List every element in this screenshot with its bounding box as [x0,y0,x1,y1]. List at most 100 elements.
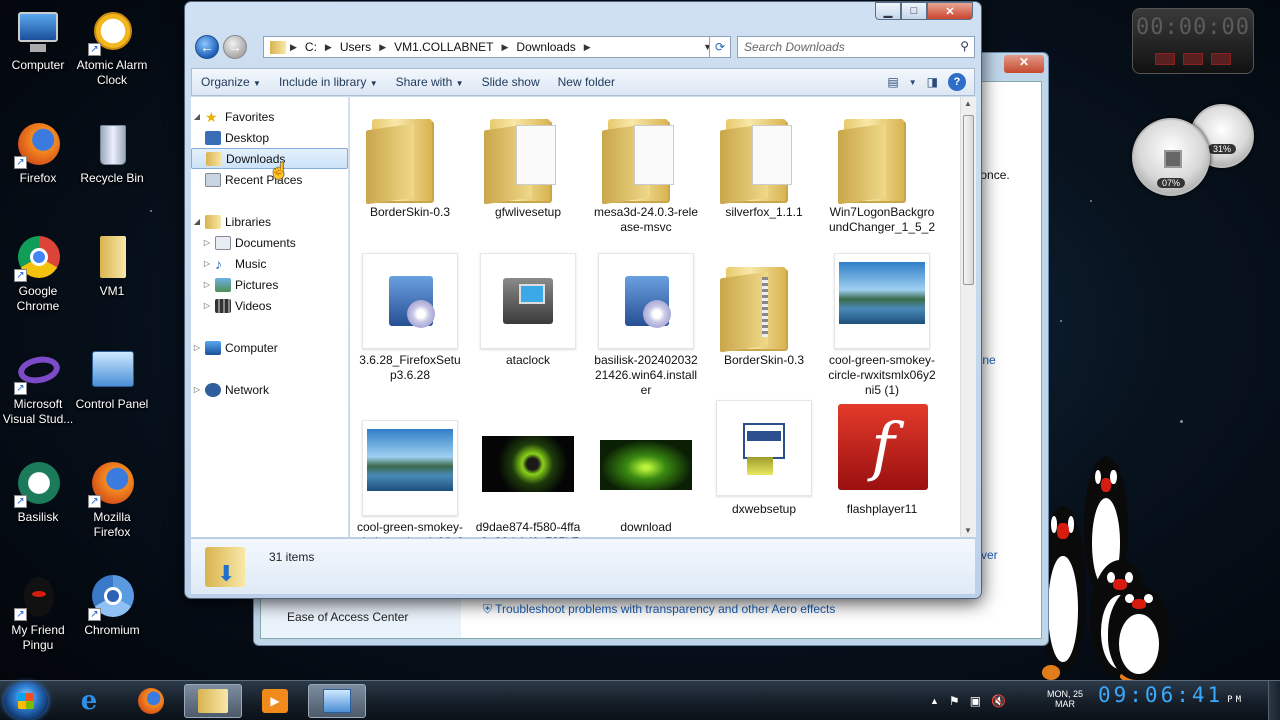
desktop-icon-chromium[interactable]: ↗ Chromium [74,573,150,638]
taskbar-control-panel[interactable] [308,684,366,718]
expand-arrow-icon[interactable]: ▷ [191,343,203,352]
slide-show-button[interactable]: Slide show [473,75,549,89]
scroll-down-icon[interactable]: ▼ [964,526,972,535]
nav-libraries[interactable]: ◢ Libraries [191,211,348,232]
nav-computer[interactable]: ▷ Computer [191,337,348,358]
nav-music[interactable]: ▷ ♪ Music [201,253,358,274]
refresh-button[interactable]: ⟳ [709,36,731,58]
file-list[interactable]: BorderSkin-0.3 gfwlivesetup mesa3d-24.0.… [350,97,960,564]
back-button[interactable]: ← [195,35,219,59]
breadcrumb-vm1[interactable]: VM1.COLLABNET [388,40,499,54]
action-center-flag-icon[interactable]: ⚑ [949,694,960,708]
file-item[interactable]: Win7LogonBackgroundChanger_1_5_2 [828,105,936,235]
nav-desktop[interactable]: Desktop [191,127,348,148]
file-item[interactable]: basilisk-20240203221426.win64.installer [592,253,700,398]
address-bar[interactable]: ▶ C: ▶ Users ▶ VM1.COLLABNET ▶ Downloads… [263,36,717,58]
troubleshoot-aero-link[interactable]: ⛨ Troubleshoot problems with transparenc… [483,602,835,617]
expand-arrow-icon[interactable]: ▷ [191,385,203,394]
desktop-icon-vm1[interactable]: VM1 [74,234,150,299]
taskbar-firefox[interactable] [122,684,180,718]
file-item[interactable]: ataclock [474,253,582,368]
file-item[interactable]: f flashplayer11 [828,400,936,517]
navigation-pane[interactable]: ◢ ★ Favorites Desktop Downloads Recent P… [191,97,349,537]
breadcrumb-c[interactable]: C: [299,40,323,54]
file-item[interactable]: cool-green-smokey-circle-rwxitsmlx06y2ni… [828,253,936,398]
vertical-scrollbar[interactable]: ▲ ▼ [960,97,976,537]
include-in-library-button[interactable]: Include in library ▼ [270,75,387,89]
new-folder-button[interactable]: New folder [549,75,624,89]
scrollbar-thumb[interactable] [963,115,974,285]
scroll-up-icon[interactable]: ▲ [964,99,972,108]
nav-network[interactable]: ▷ Network [191,379,348,400]
file-item[interactable]: dxwebsetup [710,400,818,517]
nav-videos[interactable]: ▷ Videos [201,295,358,316]
desktop-icon-my-friend-pingu[interactable]: ↗ My Friend Pingu [0,573,76,653]
file-item[interactable]: gfwlivesetup [474,105,582,220]
search-input[interactable]: Search Downloads ⚲ [737,36,975,58]
window-caption-buttons: ▁ □ ✕ [875,2,973,20]
desktop-icon-control-panel[interactable]: Control Panel [74,347,150,412]
taskbar-media-player[interactable]: ▶ [246,684,304,718]
view-dropdown-icon[interactable]: ▼ [909,78,917,87]
breadcrumb-downloads[interactable]: Downloads [510,40,581,54]
tray-date[interactable]: MON, 25 MAR [1038,689,1092,709]
tray-clock[interactable]: 09:06:41 PM [1098,683,1250,717]
desktop-icon-computer[interactable]: Computer [0,8,76,73]
breadcrumb-users[interactable]: Users [334,40,377,54]
stopwatch-reset-button[interactable] [1155,53,1175,65]
desktop-icon-google-chrome[interactable]: ↗ Google Chrome [0,234,76,314]
stopwatch-gadget[interactable]: 00:00:00 [1132,8,1254,74]
expand-arrow-icon[interactable]: ▷ [201,280,213,289]
file-item[interactable]: BorderSkin-0.3 [710,253,818,368]
chevron-down-icon: ▼ [253,79,261,88]
volume-muted-icon[interactable]: 🔇 [991,694,1006,708]
preview-pane-icon[interactable]: ◨ [927,75,938,89]
explorer-window[interactable]: ▁ □ ✕ ← → ▶ C: ▶ Users ▶ VM1.COLLABNET ▶… [184,1,982,599]
taskbar-windows-explorer[interactable] [184,684,242,718]
file-item[interactable]: mesa3d-24.0.3-release-msvc [592,105,700,235]
link-fragment-ver[interactable]: ver [981,548,998,562]
item-count: 31 items [269,550,315,564]
desktop-icon-atomic-alarm-clock[interactable]: ↗ Atomic Alarm Clock [74,8,150,88]
file-name: flashplayer11 [846,502,918,516]
expand-arrow-icon[interactable]: ◢ [191,217,203,226]
desktop-icon-basilisk[interactable]: ↗ Basilisk [0,460,76,525]
change-view-icon[interactable]: ▤ [887,75,898,89]
forward-button[interactable]: → [223,35,247,59]
folder-icon [362,105,458,201]
nav-pictures[interactable]: ▷ Pictures [201,274,358,295]
organize-button[interactable]: Organize ▼ [192,75,270,89]
show-hidden-icons-icon[interactable]: ▲ [930,696,939,706]
taskbar-internet-explorer[interactable]: e [60,684,118,718]
cpu-percent: 07% [1157,178,1185,188]
stopwatch-stop-button[interactable] [1211,53,1231,65]
desktop-icon-mozilla-firefox[interactable]: ↗ Mozilla Firefox [74,460,150,540]
desktop-icon-firefox[interactable]: ↗ Firefox [0,121,76,186]
file-item[interactable]: download [592,420,700,535]
minimize-button[interactable]: ▁ [875,2,901,20]
desktop-icon-recycle-bin[interactable]: Recycle Bin [74,121,150,186]
network-tray-icon[interactable]: ▣ [970,694,981,708]
show-desktop-button[interactable] [1268,681,1280,720]
desktop-icon-visual-studio[interactable]: ↗ Microsoft Visual Stud... [0,347,76,427]
file-item[interactable]: BorderSkin-0.3 [356,105,464,220]
close-button[interactable]: ✕ [927,2,973,20]
expand-arrow-icon[interactable]: ▷ [201,259,213,268]
ease-of-access-link[interactable]: Ease of Access Center [287,610,408,624]
close-button[interactable]: ✕ [1004,55,1044,73]
expand-arrow-icon[interactable]: ▷ [201,238,213,247]
stopwatch-start-button[interactable] [1183,53,1203,65]
expand-arrow-icon[interactable]: ◢ [191,112,203,121]
expand-arrow-icon[interactable]: ▷ [201,301,213,310]
start-button[interactable] [4,682,48,720]
nav-favorites[interactable]: ◢ ★ Favorites [191,106,348,127]
cpu-meter-gadget[interactable]: 07% [1132,118,1210,196]
nav-documents[interactable]: ▷ Documents [201,232,358,253]
help-icon[interactable]: ? [948,73,966,91]
share-with-button[interactable]: Share with ▼ [387,75,473,89]
file-name: Win7LogonBackgroundChanger_1_5_2 [828,205,936,234]
clock-time: 09:06:41 [1098,683,1224,707]
maximize-button[interactable]: □ [901,2,927,20]
file-item[interactable]: 3.6.28_FirefoxSetup3.6.28 [356,253,464,383]
file-item[interactable]: silverfox_1.1.1 [710,105,818,220]
